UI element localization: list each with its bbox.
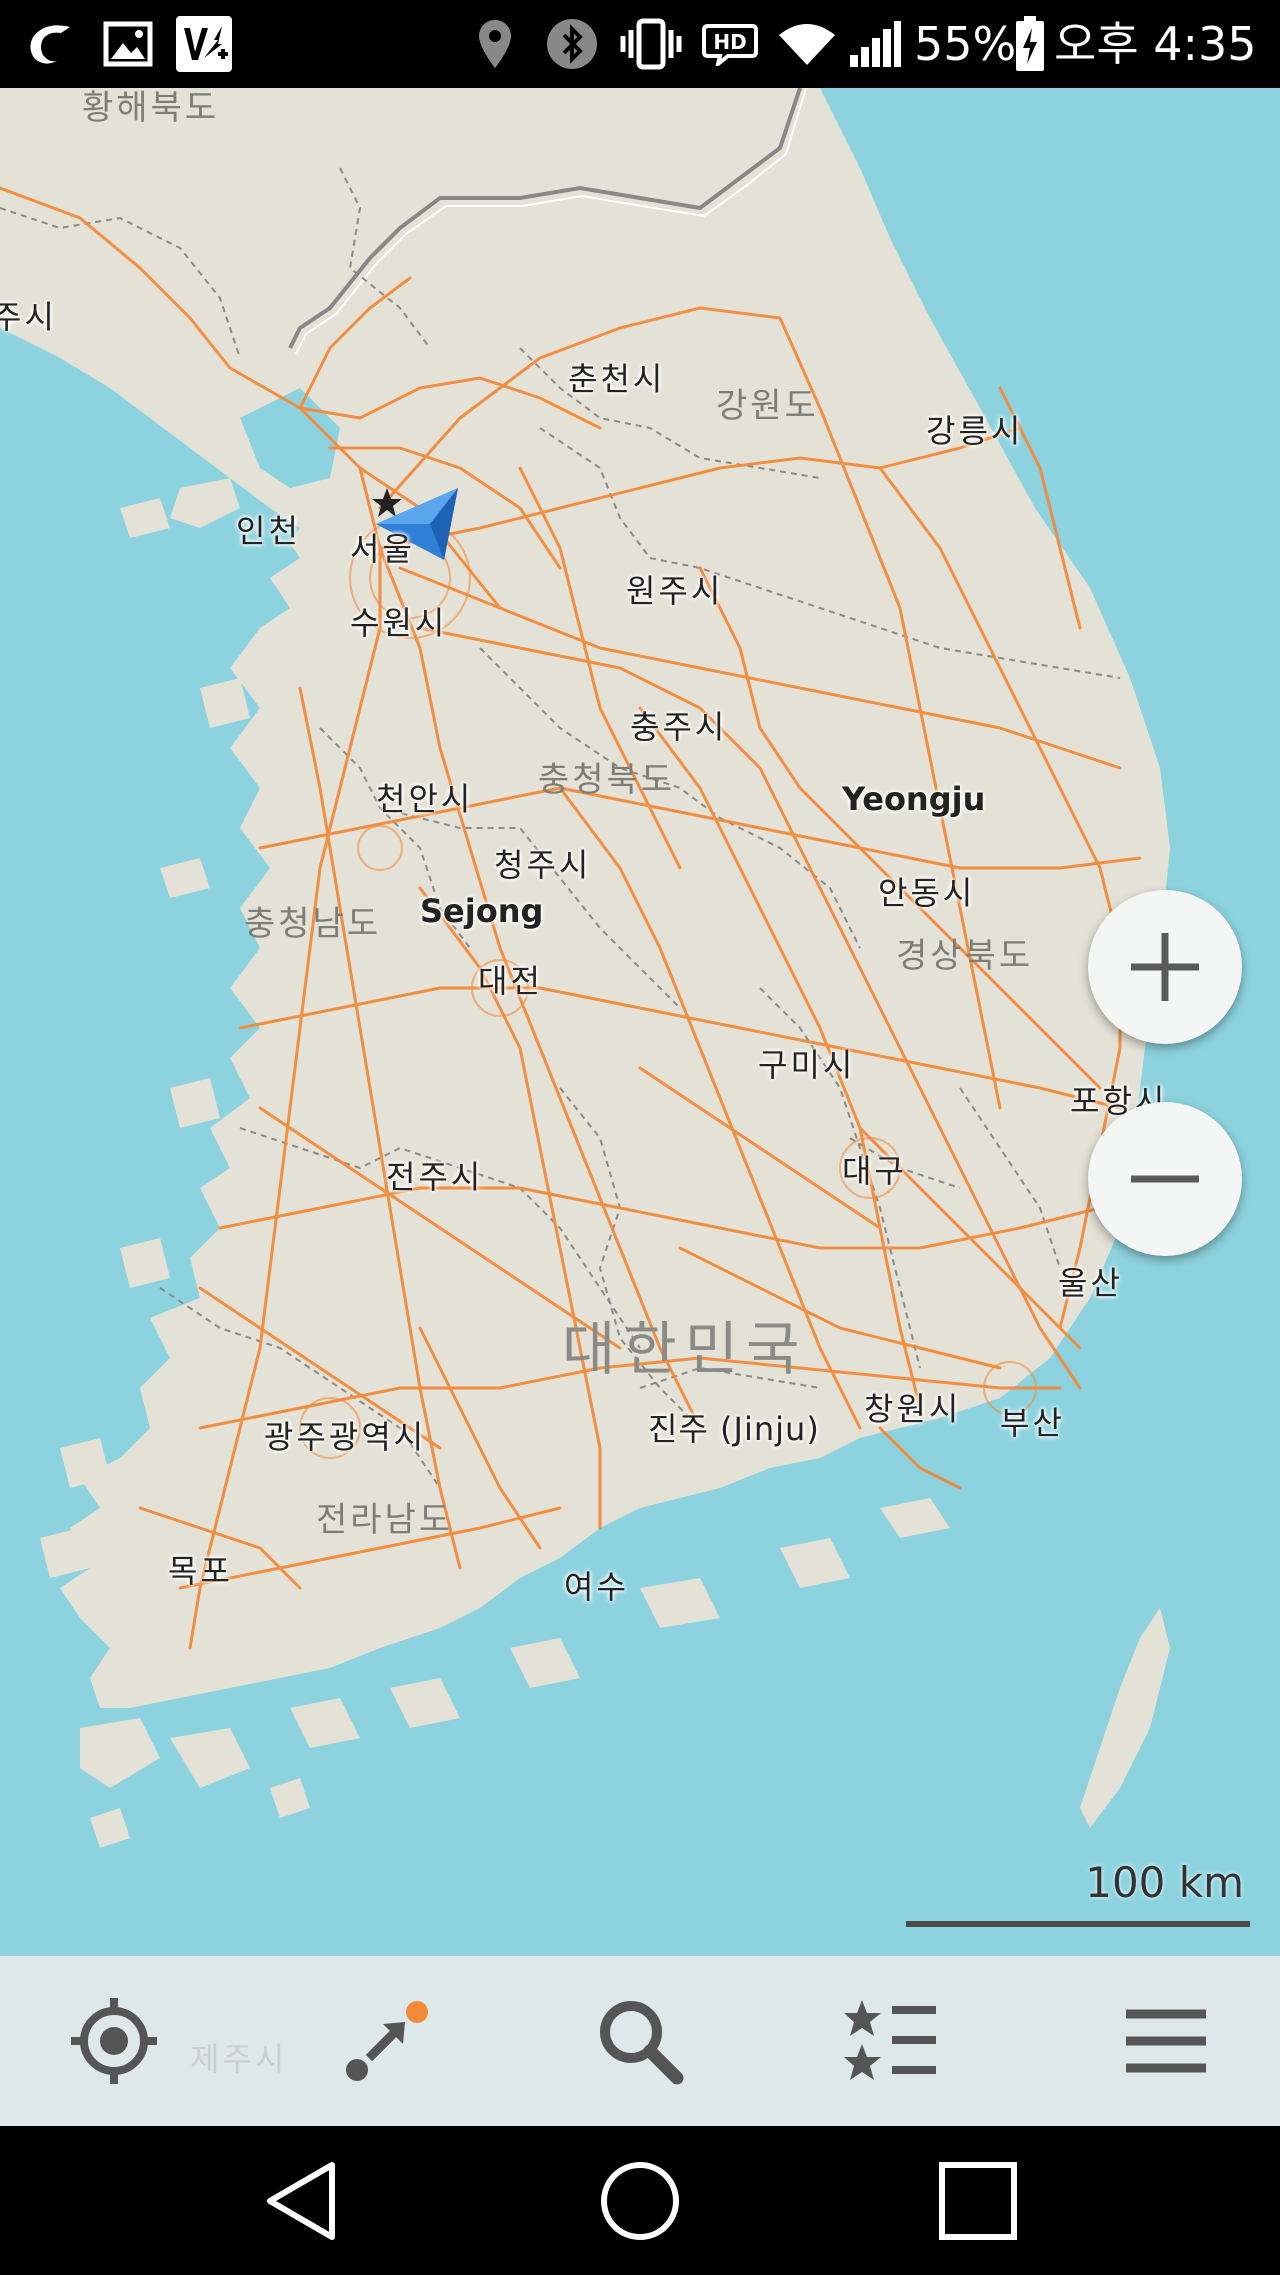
map-label-gumi: 구미시 bbox=[758, 1046, 856, 1084]
map-label-seoul: 서울 bbox=[350, 530, 415, 568]
search-icon bbox=[595, 1996, 685, 2086]
map-label-chungnam: 충청남도 bbox=[244, 904, 382, 944]
zoom-out-button[interactable] bbox=[1088, 1102, 1242, 1256]
map-label-cheongju: 청주시 bbox=[494, 846, 592, 884]
zoom-in-button[interactable] bbox=[1088, 890, 1242, 1044]
map-label-chuncheon: 춘천시 bbox=[568, 360, 666, 398]
map-label-left-edge: 주시 bbox=[0, 298, 57, 336]
minus-icon bbox=[1125, 1139, 1205, 1219]
map-label-busan: 부산 bbox=[1000, 1404, 1065, 1442]
vibrate-icon bbox=[616, 0, 686, 88]
battery-charging-icon bbox=[1012, 0, 1048, 88]
home-button[interactable] bbox=[560, 2126, 720, 2275]
map-label-daejeon: 대전 bbox=[478, 962, 543, 1000]
scale-bar bbox=[906, 1921, 1250, 1927]
map-label-andong: 안동시 bbox=[878, 874, 976, 912]
wifi-icon bbox=[776, 0, 838, 88]
map-label-sejong: Sejong bbox=[420, 892, 544, 930]
map-label-jinju: 진주 (Jinju) bbox=[648, 1410, 820, 1448]
status-bar: HD 55% 오후 4:35 bbox=[0, 0, 1280, 88]
map-label-gangwon: 강원도 bbox=[716, 386, 819, 426]
map-label-jeonnam: 전라남도 bbox=[316, 1500, 454, 1540]
route-icon bbox=[343, 1996, 433, 2086]
map-label-gwangju: 광주광역시 bbox=[264, 1418, 427, 1456]
screen: HD 55% 오후 4:35 황해북도 주시 춘천시 강원도 강릉시 인천 서울… bbox=[0, 0, 1280, 2275]
map-label-mokpo: 목포 bbox=[168, 1552, 233, 1590]
my-location-button[interactable] bbox=[44, 1956, 184, 2126]
home-icon bbox=[598, 2159, 682, 2243]
search-button[interactable] bbox=[570, 1956, 710, 2126]
route-button[interactable] bbox=[318, 1956, 458, 2126]
back-button[interactable] bbox=[222, 2126, 382, 2275]
recents-button[interactable] bbox=[898, 2126, 1058, 2275]
bookmarks-button[interactable] bbox=[822, 1956, 962, 2126]
bookmarks-icon bbox=[844, 1996, 940, 2086]
map-label-chungbuk: 충청북도 bbox=[538, 760, 676, 800]
hd-voice-icon: HD bbox=[700, 0, 760, 88]
my-location-icon bbox=[69, 1996, 159, 2086]
map-label-daegu: 대구 bbox=[842, 1152, 907, 1190]
menu-icon bbox=[1124, 2006, 1208, 2076]
map-label-jeonju: 전주시 bbox=[386, 1158, 484, 1196]
map-label-country: 대한민국 bbox=[562, 1315, 808, 1383]
map-label-jeju: 제주시 bbox=[190, 2040, 288, 2078]
map-label-yeosu: 여수 bbox=[564, 1568, 629, 1606]
map-label-cheonan: 천안시 bbox=[376, 780, 474, 818]
bluetooth-icon bbox=[544, 0, 600, 88]
map-label-gyeongbuk: 경상북도 bbox=[896, 936, 1034, 976]
menu-button[interactable] bbox=[1096, 1956, 1236, 2126]
gallery-icon bbox=[100, 0, 156, 88]
map-label-ulsan: 울산 bbox=[1058, 1264, 1123, 1302]
map-label-suwon: 수원시 bbox=[350, 604, 448, 642]
clock: 오후 4:35 bbox=[1054, 17, 1257, 71]
vpn-icon bbox=[172, 0, 236, 88]
map-view[interactable]: 황해북도 주시 춘천시 강원도 강릉시 인천 서울 수원시 원주시 충주시 충청… bbox=[0, 88, 1280, 1956]
plus-icon bbox=[1125, 927, 1205, 1007]
map-label-chungju: 충주시 bbox=[630, 708, 728, 746]
system-nav-bar bbox=[0, 2126, 1280, 2275]
location-icon bbox=[472, 0, 518, 88]
battery-percent: 55% bbox=[914, 17, 1017, 71]
map-label-gangneung: 강릉시 bbox=[926, 412, 1024, 450]
svg-text:HD: HD bbox=[713, 30, 746, 54]
map-label-hwanghae: 황해북도 bbox=[82, 88, 220, 128]
opera-icon bbox=[22, 0, 78, 88]
map-label-yeongju: Yeongju bbox=[842, 780, 986, 818]
map-label-wonju: 원주시 bbox=[626, 572, 724, 610]
map-label-changwon: 창원시 bbox=[864, 1390, 962, 1428]
signal-icon bbox=[846, 0, 904, 88]
recents-icon bbox=[938, 2161, 1018, 2241]
map-label-incheon: 인천 bbox=[236, 512, 301, 550]
scale-label: 100 km bbox=[1085, 1858, 1244, 1907]
back-icon bbox=[262, 2159, 342, 2243]
